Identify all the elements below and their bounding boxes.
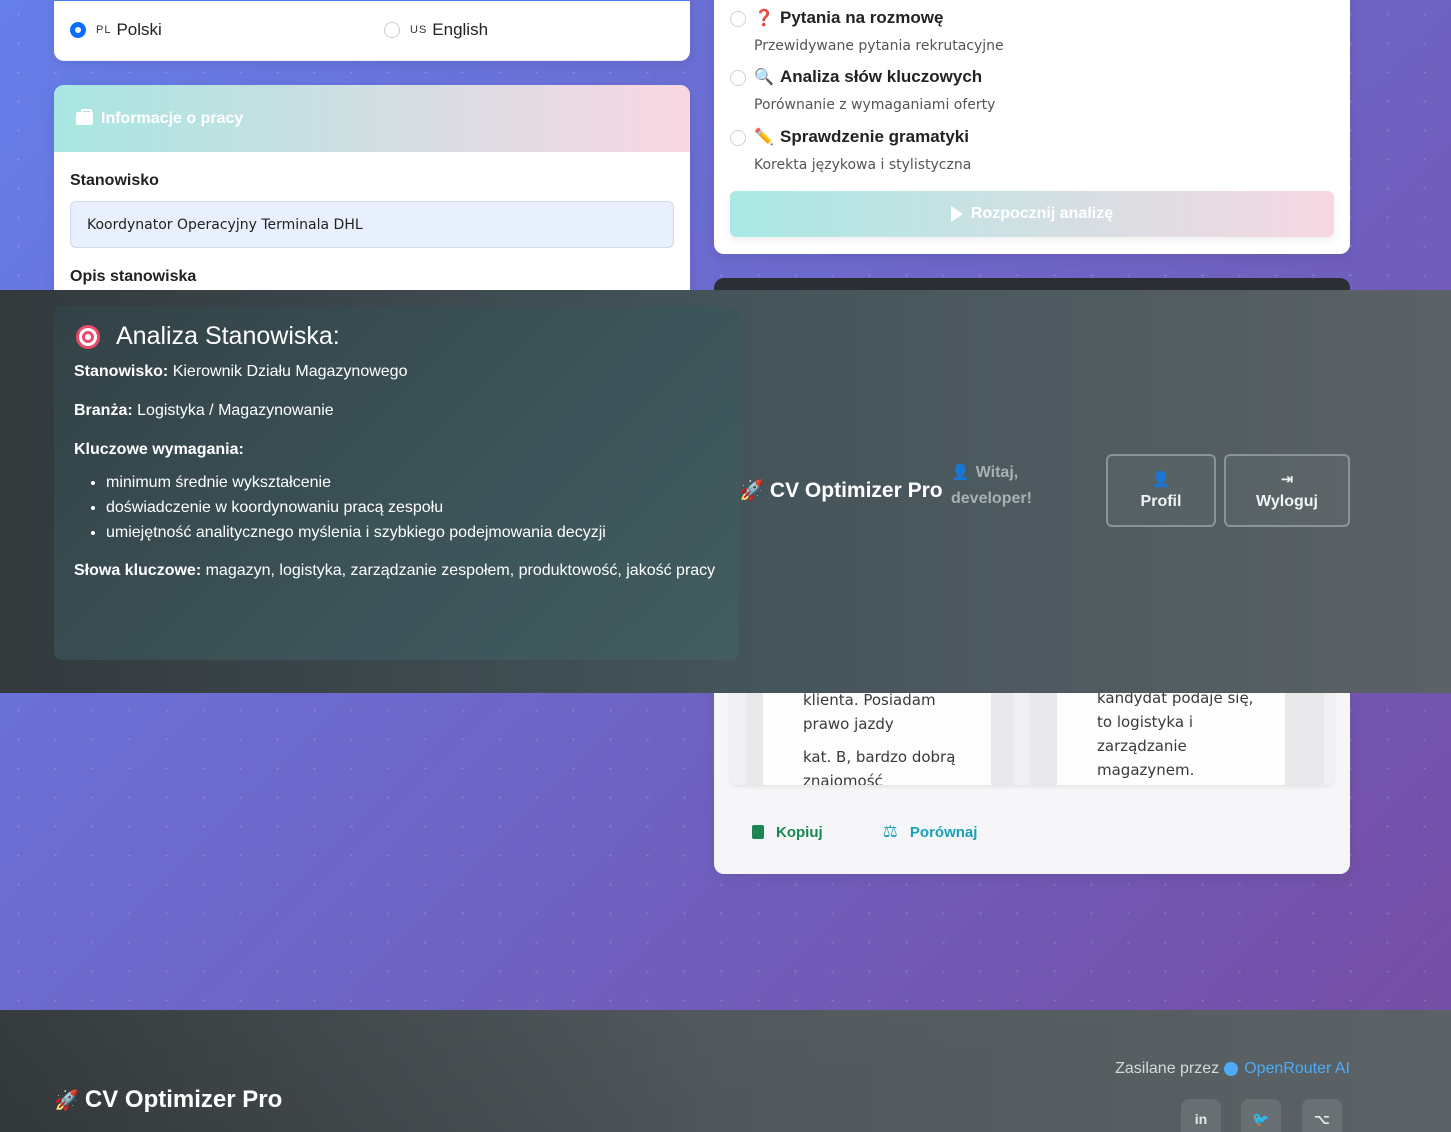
- powered-prefix: Zasilane przez: [1115, 1060, 1220, 1077]
- github-icon[interactable]: ⌥: [1302, 1099, 1342, 1132]
- list-item: umiejętność analitycznego myślenia i szy…: [106, 524, 719, 542]
- sign-out-icon: ⇥: [1280, 471, 1294, 488]
- flag-us: US: [410, 24, 428, 36]
- radio-polski[interactable]: [70, 22, 86, 38]
- language-option-polski[interactable]: PL Polski: [70, 20, 162, 40]
- navbar-overlay: Analiza Stanowiska: Stanowisko: Kierowni…: [0, 290, 1451, 693]
- text-fragment: kat. B, bardzo dobrą znajomość: [803, 748, 956, 785]
- analysis-position: Stanowisko: Kierownik Działu Magazynoweg…: [74, 363, 719, 381]
- play-icon: [950, 206, 963, 222]
- analysis-value: Logistyka / Magazynowanie: [137, 402, 334, 419]
- job-info-title: Informacje o pracy: [101, 109, 244, 127]
- language-option-english[interactable]: US English: [384, 20, 488, 40]
- target-icon: [76, 324, 100, 349]
- scale-icon: ⚖: [882, 822, 898, 841]
- radio-english[interactable]: [384, 22, 400, 38]
- powered-by: Zasilane przez OpenRouter AI: [1115, 1060, 1350, 1078]
- navbar-brand[interactable]: 🚀 CV Optimizer Pro: [739, 478, 943, 503]
- brain-icon: [1224, 1062, 1239, 1076]
- language-label-english: English: [432, 20, 489, 39]
- text-fragment: kandydat podaje się, to logistyka i zarz…: [1097, 689, 1254, 779]
- brand-label: CV Optimizer Pro: [769, 478, 943, 502]
- footer: 🚀 CV Optimizer Pro Zasilane przez OpenRo…: [0, 1010, 1451, 1132]
- welcome-text: 👤 Witaj, developer!: [951, 460, 1032, 512]
- compare-button[interactable]: ⚖ Porównaj: [883, 822, 978, 842]
- logout-button[interactable]: ⇥ Wyloguj: [1224, 454, 1350, 527]
- openrouter-label: OpenRouter AI: [1244, 1060, 1350, 1077]
- job-info-header: Informacje o pracy: [54, 85, 690, 152]
- option-title: Pytania na rozmowę: [780, 8, 944, 27]
- checkbox-interview-questions[interactable]: [730, 11, 746, 27]
- analysis-key: Stanowisko:: [74, 363, 169, 380]
- analysis-key: Słowa kluczowe:: [74, 562, 202, 579]
- analysis-value: Kierownik Działu Magazynowego: [172, 363, 408, 380]
- checkbox-grammar-check[interactable]: [730, 130, 746, 146]
- question-icon: ❓: [754, 10, 774, 27]
- twitter-icon[interactable]: 🐦: [1241, 1099, 1281, 1132]
- option-title: Analiza słów kluczowych: [780, 67, 983, 86]
- footer-brand: 🚀 CV Optimizer Pro: [54, 1086, 282, 1114]
- job-analysis-title: Analiza Stanowiska:: [116, 322, 340, 350]
- welcome-line-2: developer!: [951, 490, 1032, 507]
- description-label: Opis stanowiska: [70, 268, 197, 285]
- flag-pl: PL: [96, 24, 112, 36]
- rocket-icon: 🚀: [739, 480, 764, 502]
- language-label-polski: Polski: [116, 20, 162, 39]
- copy-label: Kopiuj: [776, 823, 823, 841]
- text-fragment: klienta. Posiadam prawo jazdy: [803, 691, 936, 733]
- language-card: PL Polski US English: [54, 0, 690, 61]
- profile-label: Profil: [1140, 493, 1182, 510]
- start-analysis-label: Rozpocznij analizę: [970, 205, 1114, 222]
- list-item: minimum średnie wykształcenie: [106, 474, 719, 492]
- linkedin-icon[interactable]: in: [1181, 1099, 1221, 1132]
- analysis-key: Kluczowe wymagania:: [74, 441, 244, 458]
- profile-button[interactable]: 👤 Profil: [1106, 454, 1216, 527]
- list-item: doświadczenie w koordynowaniu pracą zesp…: [106, 499, 719, 517]
- user-gear-icon: 👤: [1151, 471, 1171, 488]
- analysis-options-card: ❓ Pytania na rozmowę Przewidywane pytania…: [714, 0, 1350, 254]
- logout-label: Wyloguj: [1256, 493, 1318, 510]
- pencil-icon: ✏️: [754, 129, 774, 146]
- analysis-industry: Branża: Logistyka / Magazynowanie: [74, 402, 719, 420]
- option-description: Korekta językowa i stylistyczna: [754, 157, 972, 173]
- comparison-actions: Kopiuj ⚖ Porównaj: [752, 822, 977, 842]
- user-icon: 👤: [951, 464, 970, 481]
- analysis-value: magazyn, logistyka, zarządzanie zespołem…: [205, 562, 716, 579]
- option-description: Przewidywane pytania rekrutacyjne: [754, 38, 1004, 54]
- analysis-key: Branża:: [74, 402, 133, 419]
- briefcase-icon: [76, 109, 93, 125]
- welcome-line-1: Witaj,: [975, 464, 1019, 481]
- position-input[interactable]: Koordynator Operacyjny Terminala DHL: [70, 201, 674, 248]
- job-analysis-tooltip: Analiza Stanowiska: Stanowisko: Kierowni…: [54, 306, 739, 660]
- position-label: Stanowisko: [70, 172, 159, 189]
- requirements-list: minimum średnie wykształcenie doświadcze…: [106, 474, 719, 542]
- rocket-icon: 🚀: [54, 1089, 79, 1112]
- analysis-keywords: Słowa kluczowe: magazyn, logistyka, zarz…: [74, 558, 719, 584]
- job-analysis-heading: Analiza Stanowiska:: [74, 322, 719, 351]
- analysis-requirements: Kluczowe wymagania:: [74, 441, 719, 459]
- option-description: Porównanie z wymaganiami oferty: [754, 97, 996, 113]
- copy-button[interactable]: Kopiuj: [752, 822, 823, 842]
- magnifier-icon: 🔍: [754, 69, 774, 86]
- openrouter-link[interactable]: OpenRouter AI: [1224, 1060, 1350, 1078]
- option-title: Sprawdzenie gramatyki: [780, 127, 969, 146]
- start-analysis-button[interactable]: Rozpocznij analizę: [730, 191, 1334, 237]
- copy-icon: [752, 825, 764, 839]
- footer-brand-label: CV Optimizer Pro: [84, 1086, 283, 1113]
- compare-label: Porównaj: [909, 823, 978, 841]
- checkbox-keyword-analysis[interactable]: [730, 70, 746, 86]
